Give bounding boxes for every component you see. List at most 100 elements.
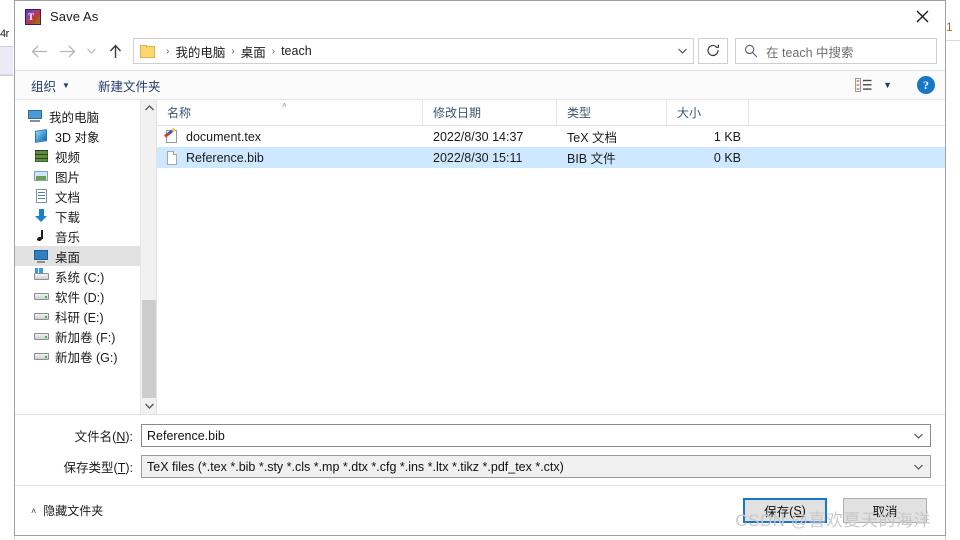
cancel-button[interactable]: 取消 xyxy=(843,498,927,523)
table-row[interactable]: Reference.bib 2022/8/30 15:11 BIB 文件 0 K… xyxy=(157,147,945,168)
navigation-pane: 我的电脑 3D 对象 视频 图片 文档 下载 音乐 桌面 系统 (C:) 软件 … xyxy=(15,100,156,414)
view-chevron-down-icon[interactable]: ▼ xyxy=(883,80,892,90)
refresh-icon[interactable] xyxy=(698,38,728,64)
file-date-cell: 2022/8/30 15:11 xyxy=(433,150,523,165)
sidebar-item-label: 系统 (C:) xyxy=(55,270,105,285)
breadcrumb-separator: › xyxy=(271,45,276,57)
sidebar-item-label: 新加卷 (F:) xyxy=(55,330,116,345)
save-label-post: ) xyxy=(801,503,806,518)
save-button[interactable]: 保存(S) xyxy=(743,498,827,523)
filetype-select[interactable]: TeX files (*.tex *.bib *.sty *.cls *.mp … xyxy=(141,455,931,478)
file-list: 名称 ˄ 修改日期 类型 大小 document.tex 2022/8/30 1… xyxy=(156,100,945,414)
forward-icon[interactable] xyxy=(53,37,81,65)
sidebar-item-downloads[interactable]: 下载 xyxy=(15,206,156,226)
filename-input[interactable]: Reference.bib xyxy=(141,424,931,447)
navigation-bar: › 我的电脑 › 桌面 › teach 在 teach 中搜索 xyxy=(15,32,945,70)
filename-row: 文件名(N): Reference.bib xyxy=(29,424,931,447)
filetype-label: 保存类型(T): xyxy=(29,457,141,476)
videos-icon xyxy=(33,148,50,164)
breadcrumb-item-0[interactable]: 我的电脑 xyxy=(175,42,225,61)
breadcrumb-separator: › xyxy=(231,45,235,57)
new-folder-label: 新建文件夹 xyxy=(97,79,161,94)
drive-icon xyxy=(33,328,50,344)
background-left-text-fragment: 4r xyxy=(0,24,13,44)
tex-app-icon xyxy=(25,8,41,25)
filename-chevron-down-icon[interactable] xyxy=(914,425,923,446)
cancel-label: 取消 xyxy=(872,505,898,519)
organize-button[interactable]: 组织 ▼ xyxy=(31,76,70,95)
hide-folders-toggle[interactable]: ˄ 隐藏文件夹 xyxy=(31,502,103,519)
help-icon[interactable]: ? xyxy=(917,76,935,94)
sidebar-item-label: 音乐 xyxy=(55,230,81,245)
sidebar-item-label: 下载 xyxy=(55,210,81,225)
save-form: 文件名(N): Reference.bib 保存类型(T): TeX files… xyxy=(15,415,945,485)
drive-icon xyxy=(33,308,50,324)
background-left-tab xyxy=(0,46,13,76)
navigation-pane-scrollbar[interactable] xyxy=(140,100,156,414)
up-one-level-icon[interactable] xyxy=(101,37,129,65)
filetype-value: TeX files (*.tex *.bib *.sty *.cls *.mp … xyxy=(147,459,564,474)
filetype-label-post: ): xyxy=(125,461,133,475)
file-name-cell: document.tex xyxy=(157,129,423,145)
table-row[interactable]: document.tex 2022/8/30 14:37 TeX 文档 1 KB xyxy=(157,126,945,147)
column-header-label: 修改日期 xyxy=(433,106,482,120)
sort-ascending-icon: ˄ xyxy=(282,101,287,110)
documents-icon xyxy=(33,188,50,204)
recent-locations-chevron-down-icon[interactable] xyxy=(81,37,101,65)
sidebar-item-videos[interactable]: 视频 xyxy=(15,146,156,166)
sidebar-item-music[interactable]: 音乐 xyxy=(15,226,156,246)
column-header-size[interactable]: 大小 xyxy=(667,100,749,125)
hide-folders-label: 隐藏文件夹 xyxy=(43,504,104,518)
drive-icon xyxy=(33,348,50,364)
sidebar-item-3d-objects[interactable]: 3D 对象 xyxy=(15,126,156,146)
sidebar-item-documents[interactable]: 文档 xyxy=(15,186,156,206)
breadcrumb-item-1[interactable]: 桌面 xyxy=(241,42,266,61)
sidebar-item-label: 我的电脑 xyxy=(49,110,100,125)
blank-file-icon xyxy=(164,150,180,166)
filetype-row: 保存类型(T): TeX files (*.tex *.bib *.sty *.… xyxy=(29,455,931,478)
organize-label: 组织 xyxy=(31,79,57,94)
filetype-chevron-down-icon[interactable] xyxy=(914,456,923,477)
column-header-name[interactable]: 名称 ˄ xyxy=(157,100,423,125)
dialog-body: 我的电脑 3D 对象 视频 图片 文档 下载 音乐 桌面 系统 (C:) 软件 … xyxy=(15,100,945,415)
sidebar-item-my-computer[interactable]: 我的电脑 xyxy=(15,106,156,126)
scroll-up-icon[interactable] xyxy=(141,100,156,116)
close-icon[interactable] xyxy=(899,1,945,32)
background-left-divider xyxy=(0,74,13,75)
background-right-divider xyxy=(946,40,960,41)
chevron-up-icon: ˄ xyxy=(31,505,37,516)
title-bar: Save As xyxy=(15,1,945,32)
sidebar-item-drive-g[interactable]: 新加卷 (G:) xyxy=(15,346,156,366)
column-header-type[interactable]: 类型 xyxy=(557,100,667,125)
new-folder-button[interactable]: 新建文件夹 xyxy=(98,76,161,95)
scroll-down-icon[interactable] xyxy=(141,398,156,414)
search-input[interactable]: 在 teach 中搜索 xyxy=(735,38,937,64)
filetype-label-pre: 保存类型( xyxy=(63,461,118,475)
sidebar-item-label: 新加卷 (G:) xyxy=(55,350,118,365)
back-icon[interactable] xyxy=(25,37,53,65)
sidebar-item-drive-f[interactable]: 新加卷 (F:) xyxy=(15,326,156,346)
sidebar-item-drive-c[interactable]: 系统 (C:) xyxy=(15,266,156,286)
sidebar-item-desktop[interactable]: 桌面 xyxy=(15,246,156,266)
view-layout-icon[interactable] xyxy=(855,78,872,92)
breadcrumb-item-2[interactable]: teach xyxy=(281,44,312,58)
scrollbar-thumb[interactable] xyxy=(142,300,156,398)
pictures-icon xyxy=(33,168,50,184)
breadcrumb-chevron-down-icon[interactable] xyxy=(678,39,687,63)
sidebar-item-label: 3D 对象 xyxy=(55,130,100,145)
downloads-icon xyxy=(33,208,50,224)
column-header-label: 类型 xyxy=(567,106,592,120)
sidebar-item-drive-d[interactable]: 软件 (D:) xyxy=(15,286,156,306)
filename-label-pre: 文件名( xyxy=(74,430,117,444)
tex-file-icon xyxy=(164,129,180,145)
file-list-header: 名称 ˄ 修改日期 类型 大小 xyxy=(157,100,945,126)
sidebar-item-pictures[interactable]: 图片 xyxy=(15,166,156,186)
file-name-label: document.tex xyxy=(186,129,262,144)
folder-icon xyxy=(140,44,156,58)
save-label-pre: 保存( xyxy=(764,505,794,519)
sidebar-item-drive-e[interactable]: 科研 (E:) xyxy=(15,306,156,326)
save-label-accesskey: S xyxy=(793,503,802,518)
column-header-date[interactable]: 修改日期 xyxy=(423,100,557,125)
file-date-cell: 2022/8/30 14:37 xyxy=(433,129,524,144)
breadcrumb[interactable]: › 我的电脑 › 桌面 › teach xyxy=(133,38,694,64)
